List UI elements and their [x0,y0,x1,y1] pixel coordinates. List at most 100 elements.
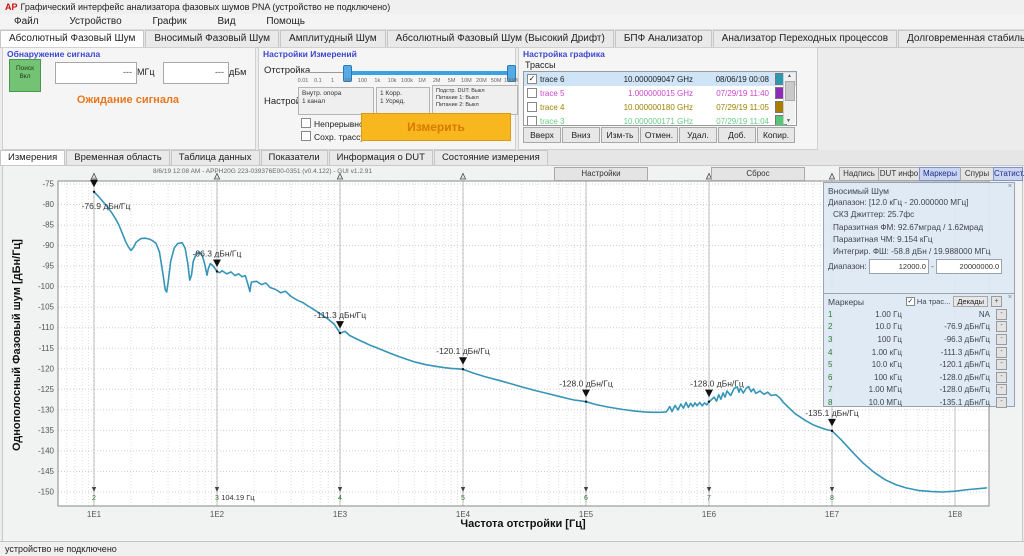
marker-number: 3 [824,335,840,344]
close-icon[interactable]: × [1008,183,1012,190]
offset-tick-label: 0.1 [314,78,322,84]
chart-spurs-button[interactable]: Спуры [960,167,994,181]
tab-residual-phase-noise[interactable]: Вносимый Фазовый Шум [145,30,279,47]
remove-marker-button[interactable]: - [996,359,1007,370]
chart-label-button[interactable]: Надпись [839,167,879,181]
x-tick-label: 1E6 [702,510,717,519]
tab-dut-info[interactable]: Информация о DUT [329,150,433,165]
offset-tick-label: 10M [461,78,472,84]
trace-row[interactable]: trace 4 10.000000180 GHz 07/29/19 11:05 [524,100,796,114]
title-bar: APГрафический интерфейс анализатора фазо… [0,0,1024,14]
trace-checkbox[interactable] [527,102,537,112]
marker-row[interactable]: 210.0 Гц-76.9 дБн/Гц- [824,321,1014,334]
add-marker-button[interactable]: + [991,296,1002,307]
menu-file[interactable]: Файл [0,14,53,29]
trace-down-button[interactable]: Вниз [562,127,600,143]
application-window: APГрафический интерфейс анализатора фазо… [0,0,1024,555]
tab-measurements[interactable]: Измерения [0,150,65,165]
tab-time-domain[interactable]: Временная область [66,150,169,165]
offset-tick-label: 10k [388,78,397,84]
marker-number: 6 [824,373,840,382]
remove-marker-button[interactable]: - [996,309,1007,320]
marker-row[interactable]: 71.00 МГц-128.0 дБн/Гц- [824,384,1014,397]
trace-checkbox[interactable] [527,88,537,98]
marker-value-label: -111.3 дБн/Гц [314,310,366,320]
remove-marker-button[interactable]: - [996,372,1007,383]
trace-row[interactable]: ✓ trace 6 10.000009047 GHz 08/06/19 00:0… [524,72,796,86]
scrollbar-thumb[interactable] [785,81,795,101]
tab-amplitude-noise[interactable]: Амплитудный Шум [280,30,386,47]
offset-tick-label: 5M [448,78,456,84]
menu-graph[interactable]: График [138,14,200,29]
tab-absolute-phase-noise[interactable]: Абсолютный Фазовый Шум [0,30,144,47]
range-to-input[interactable]: 20000000.0 [936,259,1002,274]
marker-value: -111.3 дБн/Гц [902,348,990,357]
marker-value-label: -128.0 дБн/Гц [690,379,744,389]
chart-statistics-button[interactable]: Статист. [993,167,1023,181]
y-tick-label: -80 [42,200,54,209]
tab-measurement-state[interactable]: Состояние измерения [434,150,548,165]
remove-marker-button[interactable]: - [996,384,1007,395]
chart-settings-button[interactable]: Настройки [554,167,648,181]
close-icon[interactable]: × [1008,294,1012,301]
chart-markers-button[interactable]: Маркеры [919,167,961,181]
marker-number: 5 [824,360,840,369]
marker-row[interactable]: 41.00 кГц-111.3 дБн/Гц- [824,346,1014,359]
menu-view[interactable]: Вид [203,14,249,29]
trace-row[interactable]: trace 3 10.000000171 GHz 07/29/19 11:04 [524,114,796,126]
marker-number-label: 8 [830,495,834,502]
tab-indicators[interactable]: Показатели [261,150,328,165]
trace-copy-button[interactable]: Копир. [757,127,795,143]
remove-marker-button[interactable]: - [996,334,1007,345]
trace-table-scrollbar[interactable]: ▲ ▼ [783,73,795,124]
dut-power-settings-box[interactable]: Подстр. DUT: Выкл Питание 1: Выкл Питани… [432,85,518,115]
save-trace-checkbox[interactable]: Сохр. трассу [301,127,365,145]
save-trace-checkbox-box[interactable] [301,131,311,141]
offset-tick-label: 2M [433,78,441,84]
tab-absolute-phase-noise-high-drift[interactable]: Абсолютный Фазовый Шум (Высокий Дрифт) [387,30,614,47]
scroll-up-icon[interactable]: ▲ [787,73,792,79]
trace-checkbox[interactable] [527,116,537,126]
chart-reset-button[interactable]: Сброс [711,167,805,181]
marker-row[interactable]: 11.00 ГцNA- [824,308,1014,321]
menu-device[interactable]: Устройство [55,14,135,29]
reference-settings-box[interactable]: Внутр. опора 1 канал [298,87,374,115]
trace-checkbox[interactable]: ✓ [527,74,537,84]
frequency-field[interactable]: --- [55,62,137,84]
tab-fft-analyzer[interactable]: БПФ Анализатор [615,30,712,47]
marker-row[interactable]: 510.0 кГц-120.1 дБн/Гц- [824,358,1014,371]
scroll-down-icon[interactable]: ▼ [786,118,791,124]
search-on-button[interactable]: Поиск Вкл [9,59,41,92]
measure-button[interactable]: Измерить [361,113,511,141]
marker-row[interactable]: 6100 кГц-128.0 дБн/Гц- [824,371,1014,384]
chart-dut-info-button[interactable]: DUT инфо [878,167,920,181]
trace-cancel-button[interactable]: Отмен. [640,127,678,143]
range-from-input[interactable]: 12000.0 [869,259,929,274]
trace-edit-button[interactable]: Изм-ть [601,127,639,143]
y-axis-title: Однополосный Фазовый шум [дБн/Гц] [11,239,23,451]
remove-marker-button[interactable]: - [996,347,1007,358]
tab-long-term-stability[interactable]: Долговременная стабильность [898,30,1024,47]
tab-transient-analyzer[interactable]: Анализатор Переходных процессов [713,30,897,47]
marker-top-arrow-icon [829,174,834,180]
power-unit-label: дБм [229,67,246,77]
tab-data-table[interactable]: Таблица данных [171,150,260,165]
remove-marker-button[interactable]: - [996,321,1007,332]
menu-help[interactable]: Помощь [252,14,319,29]
offset-slider-range [347,71,511,75]
trace-up-button[interactable]: Вверх [523,127,561,143]
trace-delete-button[interactable]: Удал. [679,127,717,143]
view-tab-bar: Измерения Временная область Таблица данн… [0,150,1024,166]
trace-row[interactable]: trace 5 1.000000015 GHz 07/29/19 11:40 [524,86,796,100]
marker-number: 8 [824,398,840,407]
marker-frequency: 10.0 МГц [840,398,902,407]
trace-add-button[interactable]: Доб. [718,127,756,143]
decades-button[interactable]: Декады [953,296,988,307]
marker-row[interactable]: 3100 Гц-96.3 дБн/Гц- [824,333,1014,346]
on-trace-checkbox[interactable]: ✓ [906,297,915,306]
remove-marker-button[interactable]: - [996,397,1007,408]
stats-range-line: Диапазон: [12.0 кГц - 20.000000 МГц] [824,197,1014,209]
power-field[interactable]: --- [163,62,229,84]
correlation-settings-box[interactable]: 1 Корр. 1 Усред. [376,87,430,115]
marker-row[interactable]: 810.0 МГц-135.1 дБн/Гц- [824,396,1014,409]
